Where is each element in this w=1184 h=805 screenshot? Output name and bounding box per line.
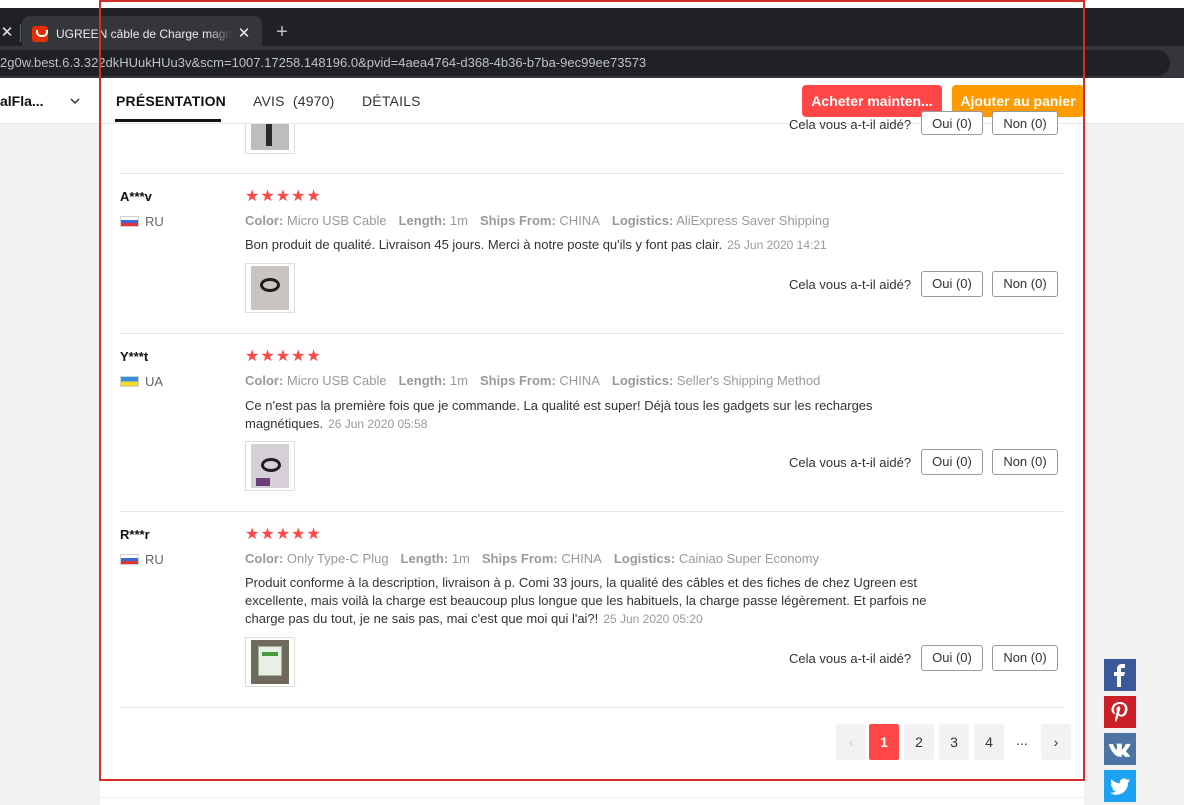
star-rating: ★★★★★ [245,526,322,543]
review-attributes: Color: Only Type-C Plug Length: 1m Ships F… [245,551,819,566]
chevron-down-icon [70,91,80,114]
pagination-page-4[interactable]: 4 [974,724,1004,760]
helpful-question: Cela vous a-t-il aidé? [789,277,912,292]
review-attributes: Color: Micro USB Cable Length: 1m Ships Fr… [245,373,820,388]
attr-label-logistics: Logistics: [611,373,674,388]
helpful-no-button[interactable]: Non (0) [992,271,1058,297]
attr-label-length: Length: [398,213,447,228]
review-photo-thumbnail[interactable] [245,441,295,491]
review-body: Produit conforme à la description, livra… [245,575,927,626]
attr-logistics: AliExpress Saver Shipping [676,213,830,228]
attr-logistics: Seller's Shipping Method [676,373,821,388]
facebook-icon[interactable] [1104,659,1136,691]
helpful-question: Cela vous a-t-il aidé? [789,651,912,666]
attr-label-ships-from: Ships From: [479,373,556,388]
review-photo-thumbnail[interactable] [245,637,295,687]
helpful-question: Cela vous a-t-il aidé? [789,117,912,132]
previous-tab-close-icon[interactable]: ✕ [0,16,14,50]
aliexpress-favicon-icon [32,26,48,42]
attr-ships-from: CHINA [559,213,600,228]
review-divider [120,173,1064,174]
attr-ships-from: CHINA [559,373,600,388]
pagination-ellipsis: ... [1016,732,1028,748]
attr-length: 1m [449,373,468,388]
star-rating: ★★★★★ [245,348,322,365]
review-divider [120,333,1064,334]
reviewer-name: A***v [120,189,152,204]
attr-label-logistics: Logistics: [611,213,674,228]
attr-length: 1m [451,551,470,566]
tab-separator [20,24,21,42]
helpful-no-button[interactable]: Non (0) [992,449,1058,475]
attr-color: Micro USB Cable [286,213,387,228]
pagination-prev-button[interactable]: ‹ [836,724,866,760]
pagination-next-button[interactable]: › [1041,724,1071,760]
review-photo-thumbnail[interactable] [245,124,295,154]
reviewer-name: Y***t [120,349,149,364]
attr-ships-from: CHINA [561,551,602,566]
helpful-yes-button[interactable]: Oui (0) [921,645,983,671]
review-divider [120,707,1064,708]
attr-color: Only Type-C Plug [286,551,389,566]
attr-label-length: Length: [400,551,449,566]
country-code: RU [145,214,164,229]
url-text: 2g0w.best.6.3.322dkHUukHUu3v&scm=1007.17… [0,55,647,70]
next-section-panel [100,797,1084,805]
pagination-page-1[interactable]: 1 [869,724,899,760]
store-name: alFla... [0,93,44,109]
star-rating: ★★★★★ [245,188,322,205]
country-code: RU [145,552,164,567]
attr-label-length: Length: [398,373,447,388]
review-attributes: Color: Micro USB Cable Length: 1m Ships Fr… [245,213,829,228]
review-divider [120,511,1064,512]
review-text: Ce n'est pas la première fois que je com… [245,397,925,433]
vk-icon[interactable] [1104,733,1136,765]
window-top-strip [0,0,1184,8]
tab-reviews[interactable]: AVIS (4970) [253,93,335,109]
store-selector[interactable]: alFla... [0,78,88,124]
new-tab-plus-icon[interactable]: + [272,20,292,44]
address-bar: 2g0w.best.6.3.322dkHUukHUu3v&scm=1007.17… [0,46,1184,78]
tab-title: UGREEN câble de Charge magnétique [56,27,232,41]
tab-close-icon[interactable]: ✕ [236,24,252,44]
country-code: UA [145,374,164,389]
reviewer-name: R***r [120,527,150,542]
url-field[interactable]: 2g0w.best.6.3.322dkHUukHUu3v&scm=1007.17… [0,50,1170,76]
tab-presentation[interactable]: PRÉSENTATION [116,93,226,109]
helpful-question: Cela vous a-t-il aidé? [789,455,912,470]
attr-logistics: Cainiao Super Economy [678,551,820,566]
helpful-no-button[interactable]: Non (0) [992,645,1058,671]
attr-length: 1m [449,213,468,228]
active-tab-underline [115,119,221,122]
russia-flag-icon [120,216,139,227]
ukraine-flag-icon [120,376,139,387]
helpful-yes-button[interactable]: Oui (0) [921,111,983,135]
attr-label-color: Color: [245,373,284,388]
review-body: Bon produit de qualité. Livraison 45 jou… [245,237,723,252]
pagination-page-2[interactable]: 2 [904,724,934,760]
helpful-yes-button[interactable]: Oui (0) [921,449,983,475]
review-photo-thumbnail[interactable] [245,263,295,313]
review-date: 26 Jun 2020 05:58 [328,417,428,431]
review-date: 25 Jun 2020 05:20 [603,612,703,626]
tab-bar: ✕ UGREEN câble de Charge magnétique ✕ + [0,8,1184,54]
twitter-icon[interactable] [1104,770,1136,802]
pagination-page-3[interactable]: 3 [939,724,969,760]
attr-label-ships-from: Ships From: [479,213,556,228]
attr-label-logistics: Logistics: [613,551,676,566]
helpful-yes-button[interactable]: Oui (0) [921,271,983,297]
helpful-no-button[interactable]: Non (0) [992,111,1058,135]
review-text: Bon produit de qualité. Livraison 45 jou… [245,236,965,254]
attr-label-color: Color: [245,213,284,228]
attr-color: Micro USB Cable [286,373,387,388]
review-date: 25 Jun 2020 14:21 [727,238,827,252]
review-text: Produit conforme à la description, livra… [245,574,965,628]
attr-label-ships-from: Ships From: [481,551,558,566]
tab-title-fade [208,24,232,44]
russia-flag-icon [120,554,139,565]
attr-label-color: Color: [245,551,284,566]
pinterest-icon[interactable] [1104,696,1136,728]
tab-details[interactable]: DÉTAILS [362,93,421,109]
